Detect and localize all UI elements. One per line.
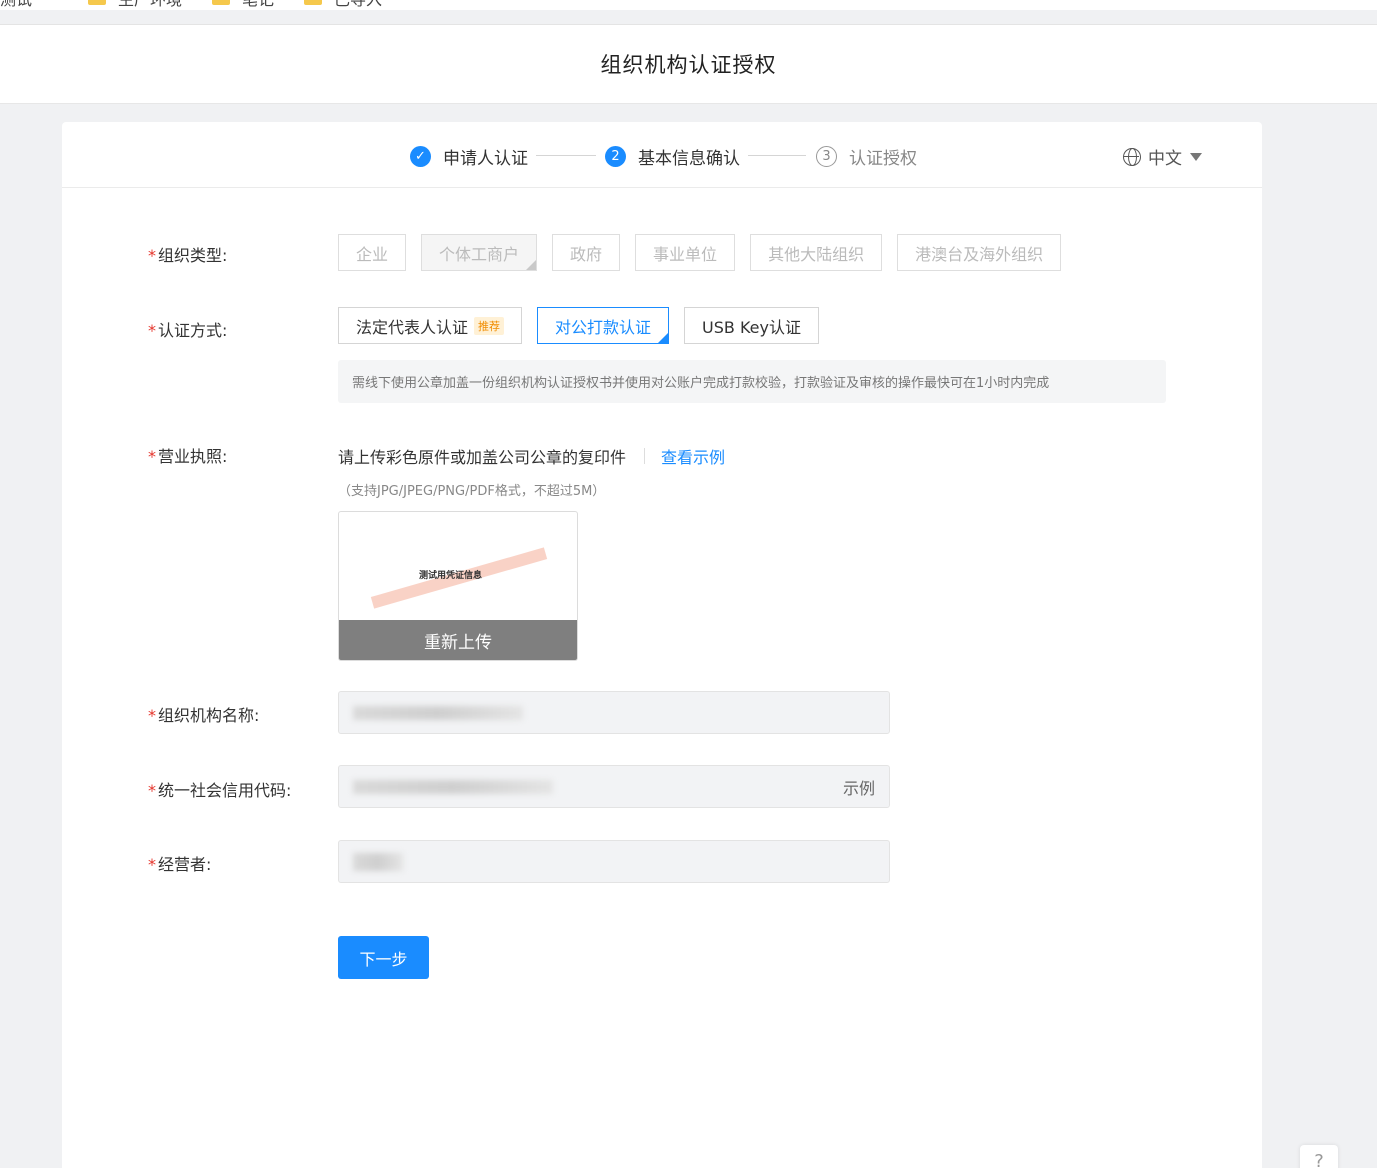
help-button[interactable]: ?	[1300, 1145, 1338, 1168]
org-name-input[interactable]	[338, 691, 890, 734]
step-connector	[536, 155, 596, 156]
form-card: ✓ 申请人认证 2 基本信息确认 3 认证授权 中文 * 组织类型: 企业 个体工…	[62, 122, 1262, 1168]
auth-method-bank-transfer[interactable]: 对公打款认证	[537, 307, 670, 344]
license-thumbnail: 测试用凭证信息 重新上传	[338, 511, 578, 661]
auth-method-note: 需线下使用公章加盖一份组织机构认证授权书并使用对公账户完成打款校验，打款验证及审…	[338, 360, 1166, 403]
page-header: 组织机构认证授权	[0, 24, 1377, 104]
language-selector[interactable]: 中文	[1123, 144, 1202, 169]
credit-code-input[interactable]: 示例	[338, 765, 890, 808]
credit-code-example[interactable]: 示例	[843, 775, 875, 799]
thumbnail-text: 测试用凭证信息	[419, 571, 483, 581]
org-name-label: * 组织机构名称:	[148, 706, 260, 725]
operator-input[interactable]	[338, 840, 890, 883]
org-type-option[interactable]: 港澳台及海外组织	[897, 234, 1062, 271]
globe-icon	[1123, 147, 1141, 166]
operator-label: * 经营者:	[148, 855, 212, 874]
step-number: 2	[605, 146, 626, 167]
license-tip: 请上传彩色原件或加盖公司公章的复印件 查看示例	[338, 444, 725, 468]
license-label: * 营业执照:	[148, 447, 228, 466]
check-icon: ✓	[410, 146, 431, 167]
org-type-option[interactable]: 其他大陆组织	[750, 234, 883, 271]
auth-method-usb-key[interactable]: USB Key认证	[684, 307, 819, 344]
auth-method-legal-rep[interactable]: 法定代表人认证 推荐	[338, 307, 523, 344]
next-step-button[interactable]: 下一步	[338, 936, 429, 979]
auth-method-label: * 认证方式:	[148, 321, 228, 340]
redacted-value	[353, 705, 523, 720]
bookmark-label: 笔记	[242, 0, 274, 10]
language-label: 中文	[1148, 149, 1182, 169]
step-label: 认证授权	[849, 149, 917, 169]
auth-method-options: 法定代表人认证 推荐 对公打款认证 USB Key认证	[338, 307, 834, 344]
step-basic-info: 2 基本信息确认	[605, 144, 740, 169]
step-number: 3	[816, 146, 837, 167]
bookmarks-bar: 测试 生产环境 笔记 已导入	[0, 0, 1377, 10]
redacted-value	[353, 852, 403, 871]
folder-icon	[88, 0, 107, 5]
bookmark-label: 生产环境	[118, 0, 182, 10]
license-format-hint: （支持JPG/JPEG/PNG/PDF格式，不超过5M）	[338, 484, 606, 499]
folder-icon	[212, 0, 231, 5]
reupload-button[interactable]: 重新上传	[339, 620, 577, 660]
org-type-option[interactable]: 企业	[338, 234, 407, 271]
org-type-label: * 组织类型:	[148, 246, 228, 265]
bookmark-item[interactable]: 生产环境	[88, 0, 182, 10]
step-authorize: 3 认证授权	[816, 144, 917, 169]
step-label: 基本信息确认	[638, 149, 740, 169]
recommend-badge: 推荐	[474, 316, 505, 335]
folder-icon	[304, 0, 323, 5]
step-indicator: ✓ 申请人认证 2 基本信息确认 3 认证授权 中文	[62, 122, 1262, 188]
step-applicant: ✓ 申请人认证	[410, 144, 528, 169]
step-connector	[748, 155, 806, 156]
credit-code-label: * 统一社会信用代码:	[148, 781, 292, 800]
org-type-option[interactable]: 事业单位	[635, 234, 736, 271]
redacted-value	[353, 779, 553, 794]
bookmark-item[interactable]: 笔记	[212, 0, 274, 10]
page-title: 组织机构认证授权	[600, 53, 777, 77]
org-type-option-selected[interactable]: 个体工商户	[421, 234, 538, 271]
bookmark-item[interactable]: 已导入	[304, 0, 382, 10]
caret-down-icon	[1190, 152, 1202, 161]
bookmark-item[interactable]: 测试	[0, 0, 58, 10]
step-label: 申请人认证	[443, 149, 528, 169]
org-type-option[interactable]: 政府	[552, 234, 621, 271]
bookmark-label: 测试	[0, 0, 32, 10]
org-type-options: 企业 个体工商户 政府 事业单位 其他大陆组织 港澳台及海外组织	[338, 234, 1076, 271]
view-example-link[interactable]: 查看示例	[661, 444, 725, 468]
bookmark-label: 已导入	[334, 0, 382, 10]
